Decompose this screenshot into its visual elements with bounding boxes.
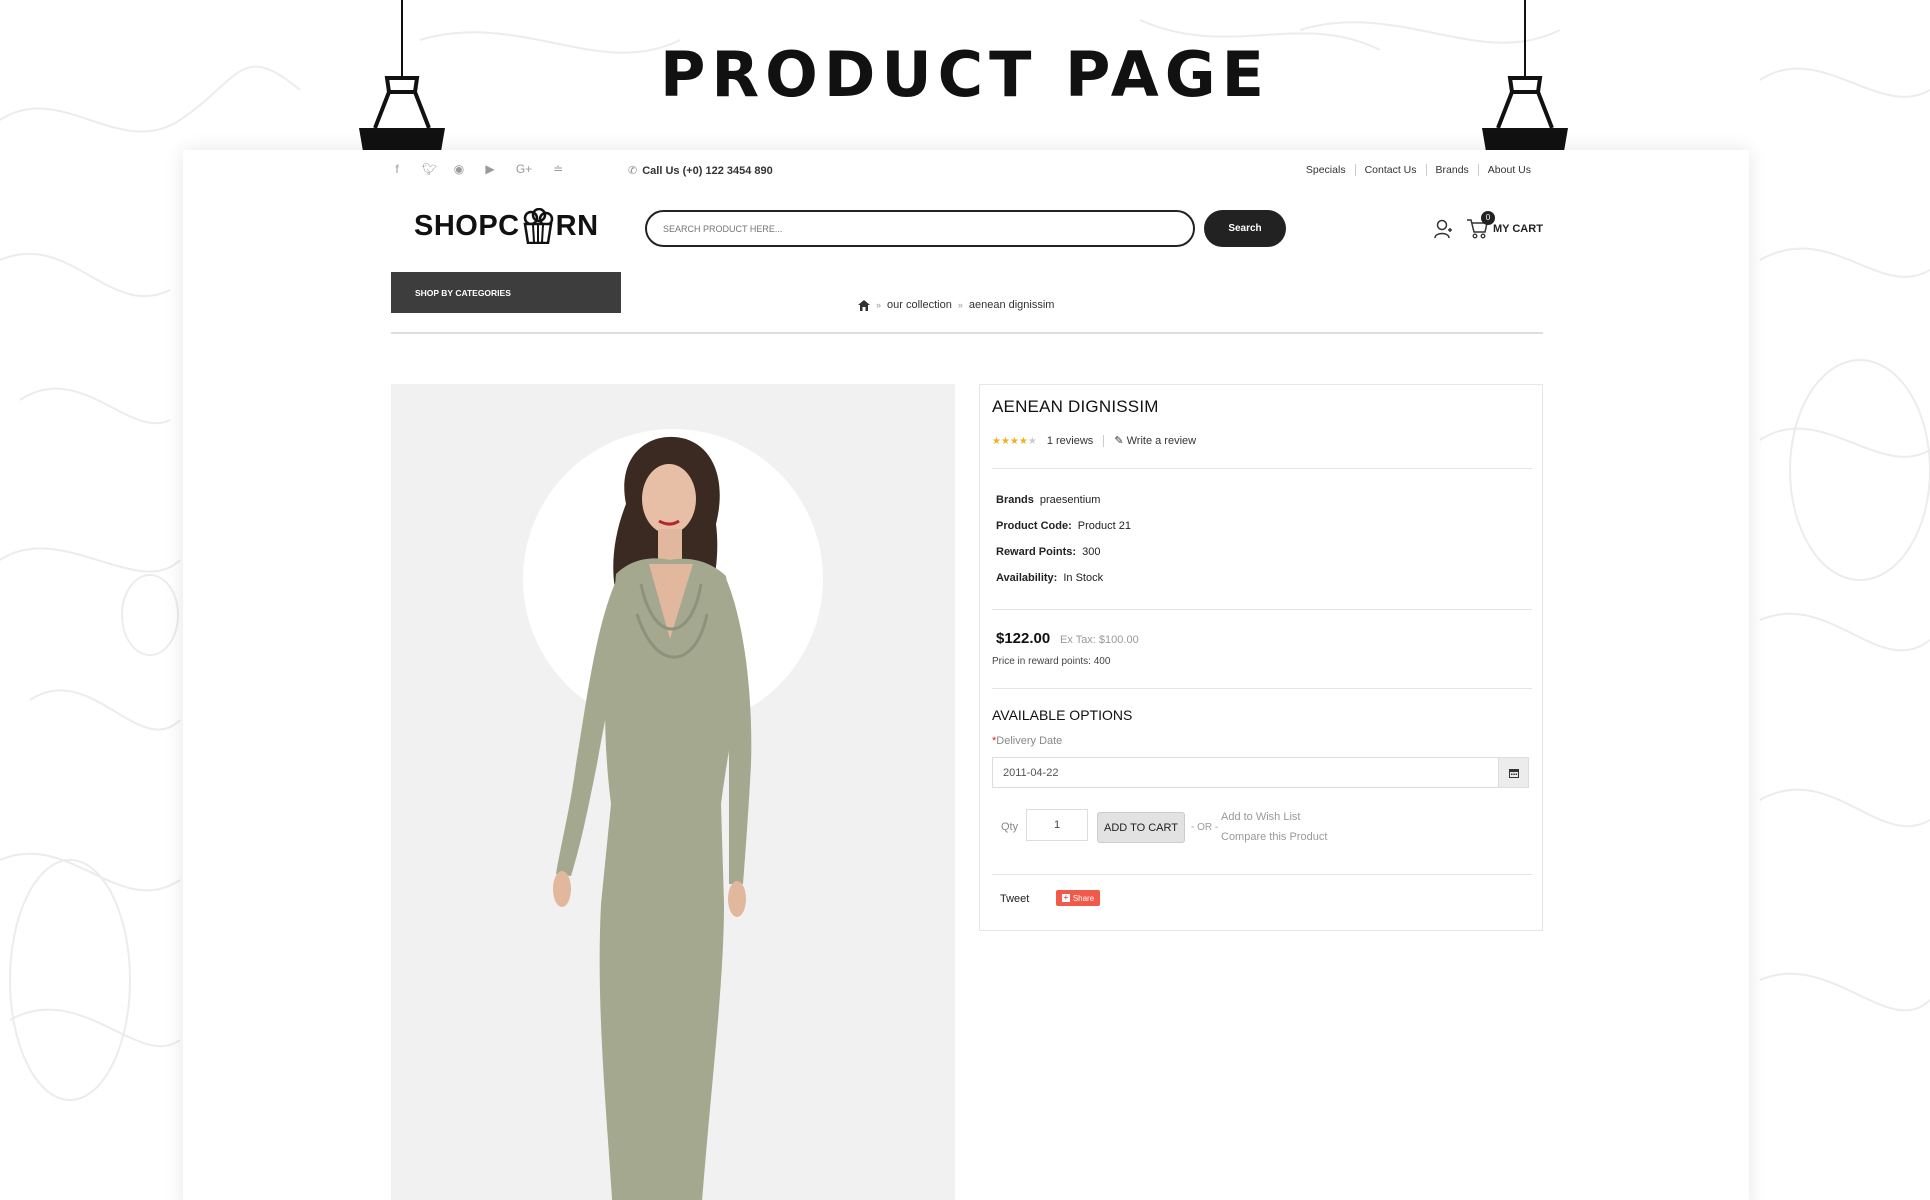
product-info-panel: AENEAN DIGNISSIM ★★★★★ 1 reviews ✎ Write…: [979, 384, 1543, 931]
reward-points-row: Reward Points: 300: [996, 546, 1100, 558]
top-links: Specials Contact Us Brands About Us: [1297, 164, 1540, 176]
phone-icon: ✆: [628, 165, 638, 177]
twitter-icon[interactable]: 🐦︎: [422, 162, 437, 176]
delivery-date-label: *Delivery Date: [992, 735, 1062, 747]
breadcrumb-separator-icon: »: [957, 300, 963, 310]
qty-input[interactable]: [1026, 809, 1088, 841]
divider: [992, 874, 1532, 875]
social-links: f 🐦︎ ◉ ▶ G+ ≐: [391, 162, 564, 176]
breadcrumb-current[interactable]: aenean dignissim: [969, 299, 1055, 311]
divider: [992, 688, 1532, 689]
instagram-icon[interactable]: ◉: [453, 162, 465, 176]
breadcrumb: » our collection » aenean dignissim: [858, 299, 1054, 311]
rating-stars: ★★★★★: [992, 435, 1037, 447]
model-in-dress-illustration: [523, 429, 823, 1200]
delivery-date-text: Delivery Date: [996, 735, 1063, 747]
available-options-heading: AVAILABLE OPTIONS: [992, 707, 1133, 723]
product-code-row: Product Code: Product 21: [996, 520, 1131, 532]
product-price: $122.00: [996, 630, 1051, 647]
reward-points-price: Price in reward points: 400: [992, 656, 1111, 667]
availability-value: In Stock: [1063, 572, 1104, 584]
product-code-label: Product Code:: [996, 520, 1072, 532]
breadcrumb-separator-icon: »: [876, 300, 882, 310]
product-rating: ★★★★★ 1 reviews ✎ Write a review: [992, 434, 1196, 447]
share-label: Share: [1072, 893, 1095, 903]
brand-label: Brands: [996, 494, 1034, 506]
qty-label: Qty: [1001, 821, 1019, 833]
top-link-specials[interactable]: Specials: [1297, 164, 1355, 176]
calendar-icon: [1508, 768, 1519, 778]
reward-points-label: Reward Points:: [996, 546, 1077, 558]
availability-label: Availability:: [996, 572, 1058, 584]
or-separator: - OR -: [1191, 822, 1219, 833]
add-to-cart-button[interactable]: ADD TO CART: [1097, 812, 1185, 843]
availability-row: Availability: In Stock: [996, 572, 1103, 584]
brand-value[interactable]: praesentium: [1040, 494, 1101, 506]
delivery-date-input[interactable]: [993, 758, 1493, 787]
site-logo[interactable]: SHOPC RN: [414, 208, 599, 244]
product-image[interactable]: [391, 384, 955, 1200]
page-heading: PRODUCT PAGE: [659, 38, 1271, 111]
divider: [391, 332, 1543, 334]
divider: [992, 609, 1532, 610]
add-to-wish-list-link[interactable]: Add to Wish List: [1221, 811, 1300, 823]
star-icon: ★: [1000, 435, 1010, 447]
star-empty-icon: ★: [1027, 435, 1037, 447]
popcorn-cup-icon: [523, 208, 553, 244]
binder-clip-icon: [359, 0, 445, 163]
star-icon: ★: [1018, 435, 1028, 447]
delivery-date-field[interactable]: [992, 757, 1529, 788]
user-account-icon[interactable]: [1433, 219, 1453, 239]
top-bar: f 🐦︎ ◉ ▶ G+ ≐ ✆ Call Us (+0) 122 3454 890…: [391, 162, 1543, 186]
calendar-button[interactable]: [1498, 758, 1528, 787]
youtube-icon[interactable]: ▶: [484, 162, 496, 176]
search-button[interactable]: Search: [1204, 210, 1286, 247]
logo-text-right: RN: [555, 209, 599, 242]
write-review-label: Write a review: [1126, 435, 1197, 447]
tweet-button[interactable]: Tweet: [1000, 893, 1029, 905]
product-title: AENEAN DIGNISSIM: [992, 397, 1159, 416]
top-link-about-us[interactable]: About Us: [1477, 164, 1540, 176]
website-card: f 🐦︎ ◉ ▶ G+ ≐ ✆ Call Us (+0) 122 3454 890…: [183, 150, 1749, 1200]
compare-product-link[interactable]: Compare this Product: [1221, 831, 1327, 843]
rss-icon[interactable]: ≐: [552, 162, 564, 176]
product-code-value: Product 21: [1077, 520, 1131, 532]
logo-text-left: SHOPC: [414, 209, 520, 242]
search-field[interactable]: [645, 210, 1195, 247]
reward-points-value: 300: [1082, 546, 1101, 558]
call-text: Call Us (+0) 122 3454 890: [642, 165, 773, 177]
shop-by-categories-button[interactable]: SHOP BY CATEGORIES: [391, 272, 621, 313]
top-link-contact-us[interactable]: Contact Us: [1354, 164, 1426, 176]
home-icon[interactable]: [858, 299, 870, 311]
write-review-link[interactable]: ✎ Write a review: [1114, 434, 1196, 447]
pencil-icon: ✎: [1114, 435, 1127, 447]
reviews-link[interactable]: 1 reviews: [1047, 434, 1105, 447]
brand-row: Brands praesentium: [996, 494, 1100, 506]
top-link-brands[interactable]: Brands: [1425, 164, 1478, 176]
binder-clip-icon: [1482, 0, 1568, 163]
share-plus-icon: +: [1061, 893, 1070, 902]
search-input[interactable]: [647, 212, 1193, 245]
ex-tax-price: Ex Tax: $100.00: [1060, 634, 1139, 646]
google-plus-icon[interactable]: G+: [515, 162, 533, 176]
my-cart-link[interactable]: MY CART: [1493, 223, 1543, 235]
star-icon: ★: [1009, 435, 1019, 447]
breadcrumb-our-collection[interactable]: our collection: [887, 299, 952, 311]
divider: [992, 468, 1532, 469]
call-us: ✆ Call Us (+0) 122 3454 890: [628, 164, 773, 177]
star-icon: ★: [992, 435, 1001, 447]
share-button[interactable]: + Share: [1056, 890, 1100, 906]
facebook-icon[interactable]: f: [391, 162, 403, 176]
